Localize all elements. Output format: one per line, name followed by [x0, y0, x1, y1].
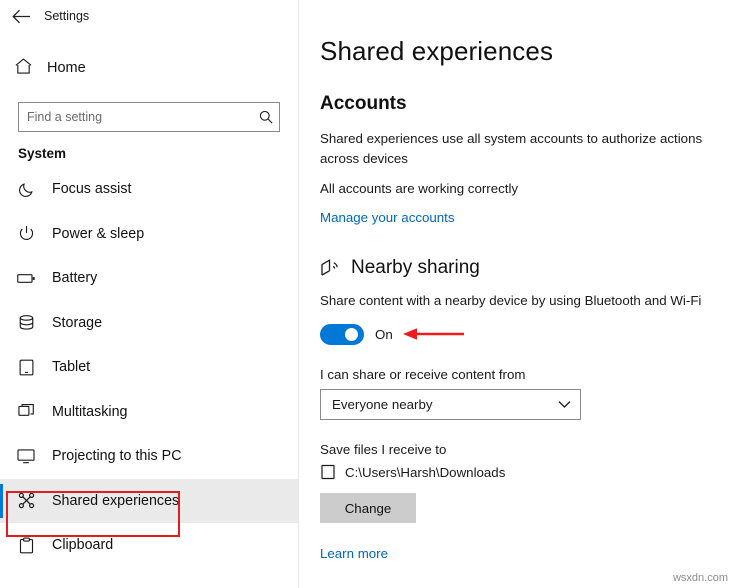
sidebar-item-label: Projecting to this PC [52, 448, 182, 464]
app-title: Settings [44, 9, 89, 23]
toggle-knob [345, 328, 358, 341]
manage-accounts-link[interactable]: Manage your accounts [320, 210, 455, 225]
sidebar-item-battery[interactable]: Battery [0, 256, 298, 301]
save-files-label: Save files I receive to [320, 442, 734, 457]
nearby-sharing-description: Share content with a nearby device by us… [320, 291, 732, 311]
nearby-sharing-toggle-state: On [375, 327, 393, 342]
back-arrow-icon[interactable] [6, 2, 36, 30]
search-box[interactable] [18, 102, 280, 132]
sidebar-item-label: Multitasking [52, 404, 128, 420]
share-from-label: I can share or receive content from [320, 367, 734, 382]
home-icon [14, 57, 33, 80]
sidebar-item-home[interactable]: Home [0, 48, 298, 88]
sidebar-item-label: Battery [52, 270, 97, 286]
battery-icon [16, 268, 36, 288]
clipboard-icon [16, 535, 36, 555]
shared-experiences-icon [16, 491, 36, 511]
nearby-sharing-toggle[interactable] [320, 324, 364, 345]
sidebar-item-clipboard[interactable]: Clipboard [0, 523, 298, 568]
power-icon [16, 224, 36, 244]
accounts-heading: Accounts [320, 93, 734, 115]
nearby-sharing-toggle-row: On [320, 324, 734, 345]
accounts-description: Shared experiences use all system accoun… [320, 129, 732, 169]
sidebar-item-label: Shared experiences [52, 493, 179, 509]
moon-icon [16, 179, 36, 199]
sidebar-item-storage[interactable]: Storage [0, 301, 298, 346]
sidebar-item-label: Storage [52, 315, 102, 331]
nearby-sharing-icon [320, 257, 342, 279]
folder-icon [320, 464, 336, 480]
change-button[interactable]: Change [320, 493, 416, 523]
sidebar-item-label: Power & sleep [52, 226, 144, 242]
title-bar: Settings [0, 0, 298, 32]
chevron-down-icon[interactable] [558, 400, 571, 409]
sidebar-item-focus-assist[interactable]: Focus assist [0, 167, 298, 212]
multitasking-windows-icon [16, 402, 36, 422]
nearby-sharing-header: Nearby sharing [320, 257, 734, 279]
tablet-icon [16, 357, 36, 377]
page-title: Shared experiences [320, 36, 734, 67]
sidebar-section-header: System [0, 132, 298, 167]
sidebar-item-multitasking[interactable]: Multitasking [0, 390, 298, 435]
watermark: wsxdn.com [673, 572, 728, 584]
sidebar-item-power-sleep[interactable]: Power & sleep [0, 212, 298, 257]
sidebar-home-label: Home [47, 60, 86, 76]
search-icon[interactable] [253, 110, 279, 124]
learn-more-link[interactable]: Learn more [320, 546, 388, 561]
sidebar-item-label: Focus assist [52, 181, 131, 197]
accounts-status: All accounts are working correctly [320, 179, 732, 199]
share-from-select[interactable]: Everyone nearby [320, 389, 581, 420]
save-path-value: C:\Users\Harsh\Downloads [345, 465, 505, 480]
sidebar-item-tablet[interactable]: Tablet [0, 345, 298, 390]
storage-disk-icon [16, 313, 36, 333]
search-input[interactable] [19, 103, 253, 131]
main-content: Shared experiences Accounts Shared exper… [299, 0, 734, 588]
sidebar-item-shared-experiences[interactable]: Shared experiences [0, 479, 298, 524]
settings-window: Settings Home System [0, 0, 734, 588]
sidebar-nav-list: Focus assist Power & sleep [0, 167, 298, 568]
nearby-sharing-title: Nearby sharing [351, 257, 480, 279]
save-path-row: C:\Users\Harsh\Downloads [320, 464, 734, 480]
sidebar-item-label: Tablet [52, 359, 90, 375]
projector-screen-icon [16, 446, 36, 466]
settings-sidebar: Settings Home System [0, 0, 299, 588]
annotation-arrow-icon [400, 322, 466, 346]
share-from-value: Everyone nearby [332, 397, 433, 412]
sidebar-item-label: Clipboard [52, 537, 113, 553]
sidebar-item-projecting-to-this-pc[interactable]: Projecting to this PC [0, 434, 298, 479]
